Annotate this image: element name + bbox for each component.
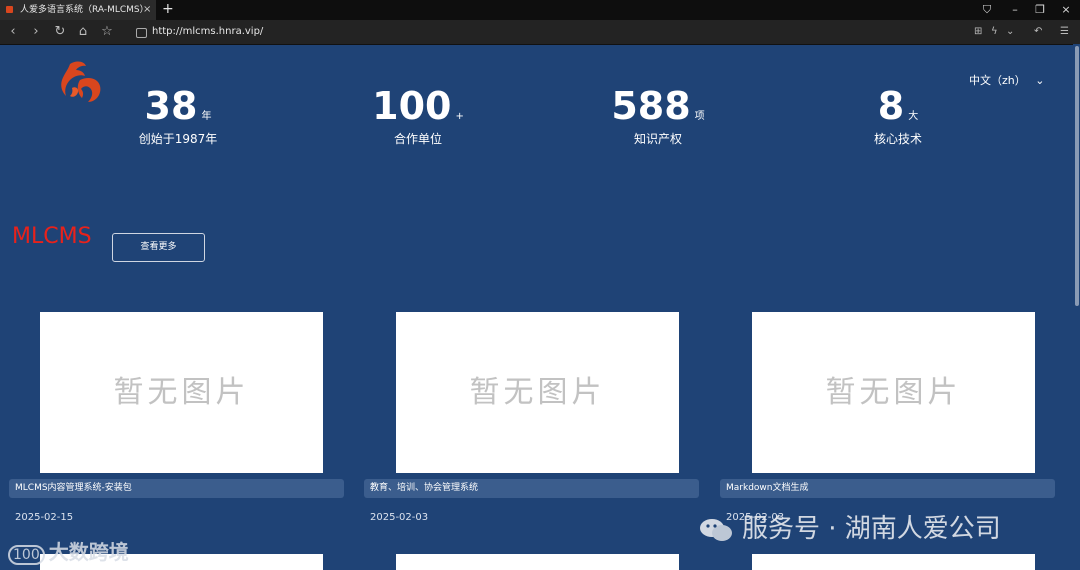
stat-label: 核心技术: [873, 132, 922, 146]
watermark-text: 大数跨境: [48, 540, 129, 564]
stat-label: 创始于1987年: [138, 132, 218, 146]
extension-icon[interactable]: ⛉: [977, 0, 997, 20]
reload-button[interactable]: ↻: [51, 20, 69, 44]
site-info-icon[interactable]: [136, 28, 147, 38]
stat-unit: 年: [201, 111, 212, 122]
bookmark-star-icon[interactable]: ☆: [98, 20, 116, 44]
tab-title: 人爱多语言系统（RA-MLCMS）: [20, 5, 149, 15]
tab-close-icon[interactable]: ×: [143, 0, 151, 20]
minimize-button[interactable]: –: [1005, 0, 1025, 20]
window-close-button[interactable]: ×: [1056, 0, 1076, 20]
card-date: 2025-02-03: [370, 512, 429, 523]
card-title[interactable]: 教育、培训、协会管理系统: [364, 479, 699, 498]
stat-unit: +: [455, 111, 464, 122]
flash-icon[interactable]: ϟ: [991, 20, 998, 44]
card-title[interactable]: MLCMS内容管理系统-安装包: [9, 479, 344, 498]
wechat-icon: [700, 518, 732, 541]
chevron-down-icon: ⌄: [1035, 74, 1045, 87]
stat-unit: 大: [908, 111, 919, 122]
stat-core-tech: 8大 核心技术: [798, 84, 998, 147]
card-image[interactable]: 暂无图片: [396, 312, 679, 473]
menu-icon[interactable]: ☰: [1060, 20, 1069, 44]
card-date: 2025-02-15: [15, 512, 74, 523]
dropdown-chevron-icon[interactable]: ⌄: [1006, 20, 1014, 44]
stat-partners: 100 + 合作单位: [318, 84, 518, 147]
undo-icon[interactable]: ↶: [1034, 20, 1042, 44]
language-selector[interactable]: 中文（zh） ⌄: [969, 72, 1044, 88]
tab-bar: 人爱多语言系统（RA-MLCMS） × + ⛉ – ❐ ×: [0, 0, 1080, 20]
card-image[interactable]: 暂无图片: [40, 312, 323, 473]
card-image[interactable]: [396, 554, 679, 570]
browser-tab[interactable]: 人爱多语言系统（RA-MLCMS） ×: [0, 0, 156, 20]
watermark-text: 服务号 · 湖南人爱公司: [742, 514, 1001, 544]
card-title[interactable]: Markdown文档生成: [720, 479, 1055, 498]
stat-value: 8: [877, 84, 905, 128]
qr-grid-icon[interactable]: ⊞: [974, 20, 982, 44]
image-placeholder: 暂无图片: [825, 375, 962, 410]
home-button[interactable]: ⌂: [74, 20, 92, 44]
new-tab-button[interactable]: +: [162, 0, 174, 19]
site-favicon-icon: [6, 6, 13, 13]
watermark-right: 服务号 · 湖南人爱公司: [698, 508, 1001, 545]
card-image[interactable]: 暂无图片: [752, 312, 1035, 473]
scrollbar-thumb[interactable]: [1075, 46, 1079, 306]
stat-label: 合作单位: [393, 132, 442, 146]
stat-ip: 588 项 知识产权: [558, 84, 758, 147]
section-title: MLCMS: [12, 224, 92, 249]
address-bar[interactable]: http://mlcms.hnra.vip/: [152, 20, 263, 44]
view-more-button[interactable]: 查看更多: [112, 233, 205, 262]
stat-unit: 项: [694, 111, 705, 122]
stat-value: 588: [611, 84, 691, 128]
back-button[interactable]: ‹: [4, 20, 22, 44]
restore-button[interactable]: ❐: [1030, 0, 1050, 20]
stat-value: 38: [144, 84, 198, 128]
watermark-left: 100 大数跨境: [8, 536, 129, 565]
watermark-logo-icon: 100: [8, 545, 45, 565]
stat-founded: 38 年 创始于1987年: [78, 84, 278, 147]
language-label: 中文（zh）: [969, 74, 1026, 87]
forward-button[interactable]: ›: [27, 20, 45, 44]
card-image[interactable]: [752, 554, 1035, 570]
stat-value: 100: [372, 84, 452, 128]
image-placeholder: 暂无图片: [469, 375, 606, 410]
stat-label: 知识产权: [633, 132, 682, 146]
image-placeholder: 暂无图片: [113, 375, 250, 410]
